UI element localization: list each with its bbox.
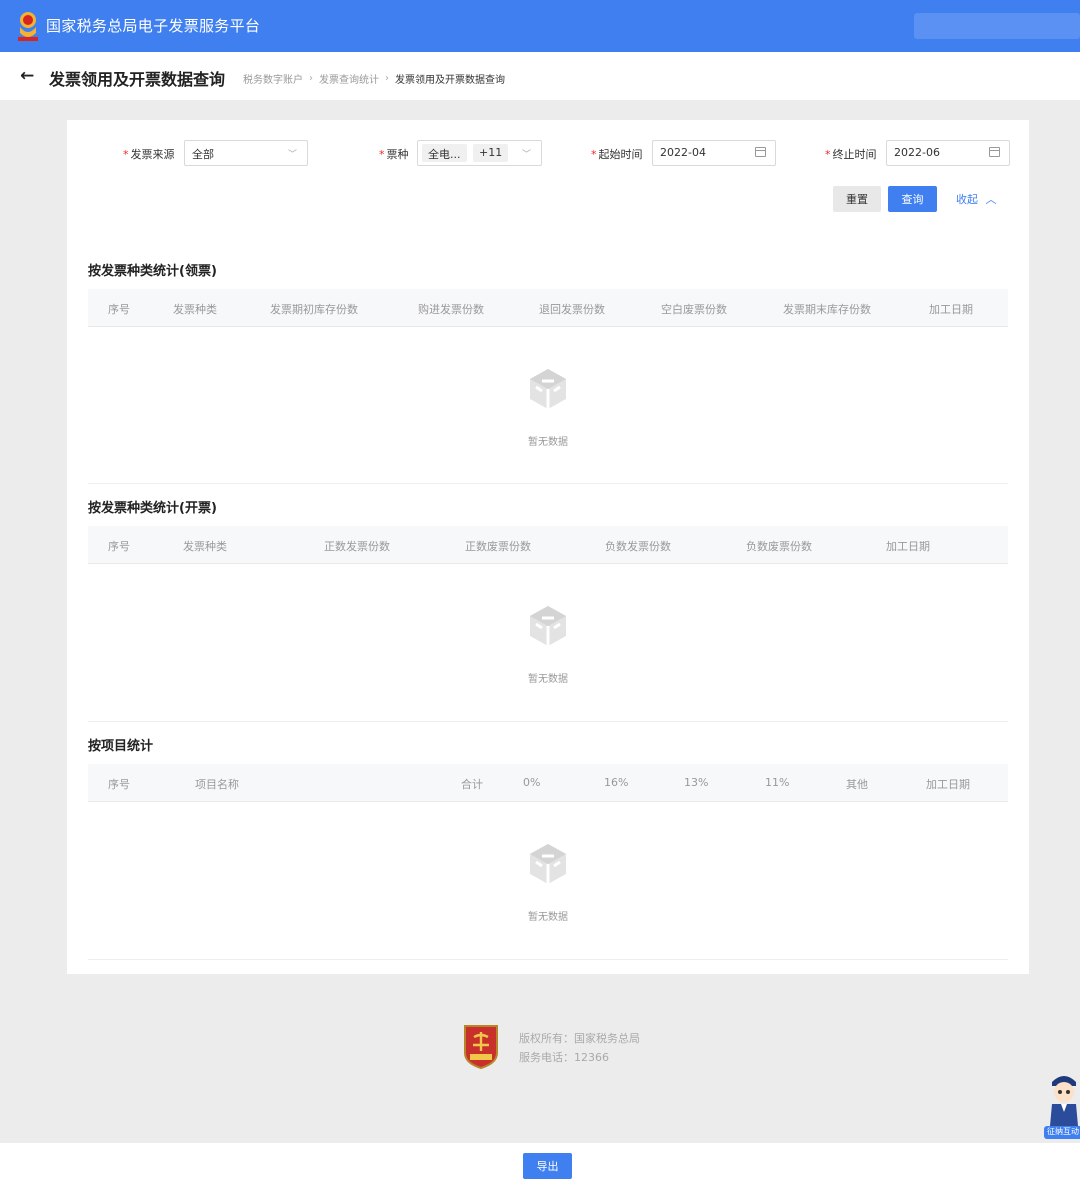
column-header: 11% bbox=[765, 776, 790, 789]
end-time-label: * 终止时间 bbox=[825, 148, 877, 161]
source-select[interactable]: 全部 ﹀ bbox=[184, 140, 308, 166]
column-header: 加工日期 bbox=[886, 540, 930, 553]
end-time-picker[interactable]: 2022-06 bbox=[886, 140, 1010, 166]
calendar-icon bbox=[755, 147, 766, 157]
export-button[interactable]: 导出 bbox=[523, 1153, 572, 1179]
column-header: 退回发票份数 bbox=[539, 303, 605, 316]
column-header: 加工日期 bbox=[929, 303, 973, 316]
column-header: 0% bbox=[523, 776, 541, 789]
calendar-icon bbox=[989, 147, 1000, 157]
source-select-value: 全部 bbox=[192, 148, 214, 161]
breadcrumb-current: 发票领用及开票数据查询 bbox=[395, 75, 505, 86]
start-time-label: * 起始时间 bbox=[591, 148, 643, 161]
column-header: 13% bbox=[684, 776, 709, 789]
chevron-down-icon: ﹀ bbox=[287, 150, 297, 160]
chevron-up-icon: ︿ bbox=[985, 193, 997, 206]
column-header: 正数废票份数 bbox=[465, 540, 531, 553]
chevron-right-icon: › bbox=[385, 73, 389, 84]
chevron-right-icon: › bbox=[309, 73, 313, 84]
empty-text: 暂无数据 bbox=[528, 674, 568, 685]
start-time-value: 2022-04 bbox=[660, 146, 706, 159]
chevron-down-icon: ﹀ bbox=[521, 150, 531, 160]
tax-badge-logo bbox=[464, 1025, 498, 1069]
column-header: 加工日期 bbox=[926, 778, 970, 791]
column-header: 序号 bbox=[108, 778, 130, 791]
top-header: 国家税务总局电子发票服务平台 bbox=[0, 0, 1080, 52]
collapse-toggle[interactable]: 收起 ︿ bbox=[956, 191, 997, 207]
column-header: 购进发票份数 bbox=[418, 303, 484, 316]
service-phone-text: 服务电话：12366 bbox=[519, 1051, 609, 1064]
reset-button[interactable]: 重置 bbox=[833, 186, 881, 212]
column-header: 发票种类 bbox=[173, 303, 217, 316]
end-time-value: 2022-06 bbox=[894, 146, 940, 159]
query-card: * 发票来源 全部 ﹀ * 票种 全电... +11 ﹀ * 起始时间 2022-04… bbox=[67, 120, 1029, 974]
column-header: 序号 bbox=[108, 540, 130, 553]
breadcrumb-item[interactable]: 税务数字账户 bbox=[243, 71, 303, 86]
empty-state: 暂无数据 bbox=[88, 802, 1008, 960]
bottom-action-bar: 导出 bbox=[0, 1143, 1080, 1185]
breadcrumb-item[interactable]: 发票查询统计 bbox=[319, 71, 379, 86]
column-header: 序号 bbox=[108, 303, 130, 316]
column-header: 16% bbox=[604, 776, 629, 789]
section-title: 按项目统计 bbox=[88, 739, 154, 754]
column-header: 空白废票份数 bbox=[661, 303, 727, 316]
source-label: * 发票来源 bbox=[123, 148, 175, 161]
collapse-label: 收起 bbox=[956, 193, 978, 206]
table-header: 序号 发票种类 正数发票份数 正数废票份数 负数发票份数 负数废票份数 加工日期 bbox=[88, 526, 1008, 564]
column-header: 负数发票份数 bbox=[605, 540, 671, 553]
empty-state: 暂无数据 bbox=[88, 564, 1008, 722]
copyright-text: 版权所有：国家税务总局 bbox=[519, 1032, 640, 1045]
column-header: 合计 bbox=[461, 778, 483, 791]
type-tag: 全电... bbox=[422, 144, 467, 162]
query-button[interactable]: 查询 bbox=[888, 186, 937, 212]
section-title: 按发票种类统计(领票) bbox=[88, 264, 217, 279]
column-header: 其他 bbox=[846, 778, 868, 791]
empty-box-icon bbox=[530, 369, 566, 409]
empty-box-icon bbox=[530, 844, 566, 884]
table-header: 序号 项目名称 合计 0% 16% 13% 11% 其他 加工日期 bbox=[88, 764, 1008, 802]
section-title: 按发票种类统计(开票) bbox=[88, 501, 217, 516]
empty-box-icon bbox=[530, 606, 566, 646]
breadcrumb: 税务数字账户 › 发票查询统计 › 发票领用及开票数据查询 bbox=[243, 71, 505, 86]
column-header: 发票期初库存份数 bbox=[270, 303, 358, 316]
empty-text: 暂无数据 bbox=[528, 437, 568, 448]
empty-state: 暂无数据 bbox=[88, 327, 1008, 484]
site-title: 国家税务总局电子发票服务平台 bbox=[46, 17, 261, 35]
table-header: 序号 发票种类 发票期初库存份数 购进发票份数 退回发票份数 空白废票份数 发票… bbox=[88, 289, 1008, 327]
type-select[interactable]: 全电... +11 ﹀ bbox=[417, 140, 542, 166]
empty-text: 暂无数据 bbox=[528, 912, 568, 923]
column-header: 正数发票份数 bbox=[324, 540, 390, 553]
column-header: 项目名称 bbox=[195, 778, 239, 791]
type-more-tag: +11 bbox=[473, 144, 509, 162]
type-label: * 票种 bbox=[379, 148, 409, 161]
page-title: 发票领用及开票数据查询 bbox=[49, 70, 226, 89]
start-time-picker[interactable]: 2022-04 bbox=[652, 140, 776, 166]
column-header: 发票种类 bbox=[183, 540, 227, 553]
column-header: 负数废票份数 bbox=[746, 540, 812, 553]
column-header: 发票期末库存份数 bbox=[783, 303, 871, 316]
page-titlebar: ← 发票领用及开票数据查询 税务数字账户 › 发票查询统计 › 发票领用及开票数… bbox=[0, 52, 1080, 100]
assistant-label[interactable]: 征纳互动 bbox=[1044, 1126, 1080, 1139]
back-arrow-icon[interactable]: ← bbox=[20, 66, 34, 86]
user-info-area[interactable] bbox=[914, 13, 1080, 39]
tax-emblem-icon bbox=[18, 12, 38, 41]
